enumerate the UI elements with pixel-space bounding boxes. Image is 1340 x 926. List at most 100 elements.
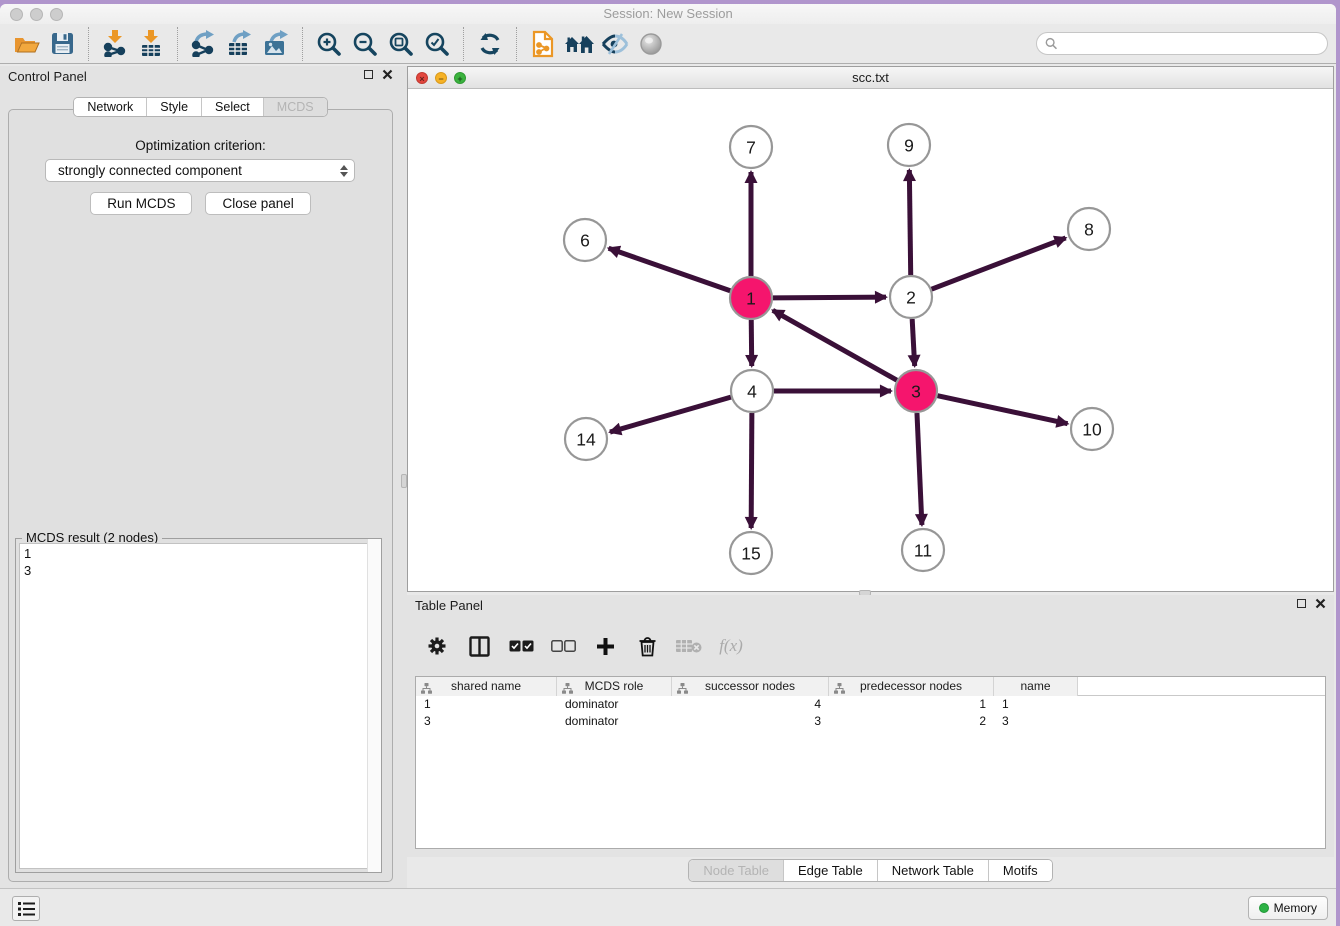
table-cell[interactable]: dominator bbox=[557, 696, 672, 713]
tab-edge-table[interactable]: Edge Table bbox=[783, 860, 877, 881]
table-tabs: Node TableEdge TableNetwork TableMotifs bbox=[688, 859, 1052, 882]
graph-edge-3-10[interactable] bbox=[938, 396, 1068, 424]
delete-table-button[interactable] bbox=[675, 632, 703, 660]
export-network-button[interactable] bbox=[186, 27, 222, 61]
select-all-columns-button[interactable] bbox=[507, 632, 535, 660]
column-header-successor-nodes[interactable]: successor nodes bbox=[672, 677, 829, 696]
column-header-name[interactable]: name bbox=[994, 677, 1078, 696]
toolbar-separator bbox=[463, 27, 464, 61]
export-table-button[interactable] bbox=[222, 27, 258, 61]
graph-node-4[interactable]: 4 bbox=[731, 370, 773, 412]
minimize-window-button[interactable] bbox=[30, 8, 43, 21]
network-window-titlebar[interactable]: × − + scc.txt bbox=[408, 67, 1333, 89]
search-input[interactable] bbox=[1057, 37, 1319, 51]
homes-button[interactable] bbox=[561, 27, 597, 61]
tab-select[interactable]: Select bbox=[201, 98, 263, 116]
tab-node-table[interactable]: Node Table bbox=[689, 860, 783, 881]
import-table-button[interactable] bbox=[133, 27, 169, 61]
run-mcds-button[interactable]: Run MCDS bbox=[90, 192, 192, 215]
tab-mcds[interactable]: MCDS bbox=[263, 98, 327, 116]
graph-node-7[interactable]: 7 bbox=[730, 126, 772, 168]
graph-edge-1-6[interactable] bbox=[609, 248, 731, 290]
delete-row-button[interactable] bbox=[633, 632, 661, 660]
graph-node-9[interactable]: 9 bbox=[888, 124, 930, 166]
table-cell[interactable]: 1 bbox=[829, 696, 994, 713]
graph-node-15[interactable]: 15 bbox=[730, 532, 772, 574]
select-all-icon bbox=[509, 640, 534, 652]
network-canvas[interactable]: 1 2 3 4 6 7 8 9 10 11 14 15 bbox=[408, 89, 1333, 591]
float-table-panel-icon[interactable] bbox=[1297, 599, 1306, 608]
graph-node-6[interactable]: 6 bbox=[564, 219, 606, 261]
task-history-button[interactable] bbox=[12, 896, 40, 921]
mcds-document-button[interactable] bbox=[525, 27, 561, 61]
network-minimize-button[interactable]: − bbox=[435, 72, 447, 84]
table-cell[interactable]: 3 bbox=[994, 713, 1078, 730]
graph-edge-3-11[interactable] bbox=[917, 413, 922, 525]
table-cell[interactable]: 1 bbox=[416, 696, 557, 713]
table-cell[interactable]: 2 bbox=[829, 713, 994, 730]
search-field[interactable] bbox=[1036, 32, 1328, 55]
graph-node-8[interactable]: 8 bbox=[1068, 208, 1110, 250]
zoom-fit-button[interactable] bbox=[383, 27, 419, 61]
refresh-icon bbox=[477, 31, 503, 57]
zoom-out-button[interactable] bbox=[347, 27, 383, 61]
import-network-button[interactable] bbox=[97, 27, 133, 61]
zoom-selected-button[interactable] bbox=[419, 27, 455, 61]
graph-node-1[interactable]: 1 bbox=[730, 277, 772, 319]
refresh-layout-button[interactable] bbox=[472, 27, 508, 61]
result-scrollbar[interactable] bbox=[367, 539, 381, 872]
column-header-predecessor-nodes[interactable]: predecessor nodes bbox=[829, 677, 994, 696]
table-cell[interactable]: 3 bbox=[672, 713, 829, 730]
add-row-button[interactable] bbox=[591, 632, 619, 660]
network-maximize-button[interactable]: + bbox=[454, 72, 466, 84]
memory-button[interactable]: Memory bbox=[1248, 896, 1328, 920]
save-session-button[interactable] bbox=[44, 27, 80, 61]
mcds-result-text[interactable]: 13 bbox=[19, 543, 378, 869]
result-line: 1 bbox=[24, 545, 373, 562]
table-cell[interactable]: 1 bbox=[994, 696, 1078, 713]
graph-edge-4-14[interactable] bbox=[610, 397, 731, 432]
graph-edge-2-9[interactable] bbox=[909, 170, 910, 275]
graph-edge-4-15[interactable] bbox=[751, 413, 752, 528]
export-image-button[interactable] bbox=[258, 27, 294, 61]
table-row[interactable]: 1dominator411 bbox=[416, 696, 1325, 713]
graph-node-11[interactable]: 11 bbox=[902, 529, 944, 571]
network-close-button[interactable]: × bbox=[416, 72, 428, 84]
close-panel-icon[interactable] bbox=[382, 69, 393, 80]
close-table-panel-icon[interactable] bbox=[1315, 598, 1326, 609]
tab-network[interactable]: Network bbox=[74, 98, 146, 116]
sphere-button[interactable] bbox=[633, 27, 669, 61]
table-cell[interactable]: 3 bbox=[416, 713, 557, 730]
graph-node-3[interactable]: 3 bbox=[895, 370, 937, 412]
hide-eye-button[interactable] bbox=[597, 27, 633, 61]
unselect-all-columns-button[interactable] bbox=[549, 632, 577, 660]
close-panel-button[interactable]: Close panel bbox=[205, 192, 310, 215]
zoom-in-button[interactable] bbox=[311, 27, 347, 61]
graph-edge-2-3[interactable] bbox=[912, 319, 915, 366]
open-session-button[interactable] bbox=[8, 27, 44, 61]
table-cell[interactable]: dominator bbox=[557, 713, 672, 730]
graph-node-2[interactable]: 2 bbox=[890, 276, 932, 318]
column-layout-button[interactable] bbox=[465, 632, 493, 660]
graph-node-10[interactable]: 10 bbox=[1071, 408, 1113, 450]
column-label: name bbox=[1020, 679, 1050, 693]
tab-motifs[interactable]: Motifs bbox=[988, 860, 1052, 881]
table-row[interactable]: 3dominator323 bbox=[416, 713, 1325, 730]
criterion-dropdown[interactable]: strongly connected component bbox=[45, 159, 355, 182]
tab-style[interactable]: Style bbox=[146, 98, 201, 116]
zoom-window-button[interactable] bbox=[50, 8, 63, 21]
graph-edge-3-1[interactable] bbox=[773, 310, 897, 380]
close-window-button[interactable] bbox=[10, 8, 23, 21]
function-builder-button[interactable]: f(x) bbox=[717, 632, 745, 660]
graph-node-14[interactable]: 14 bbox=[565, 418, 607, 460]
table-settings-button[interactable] bbox=[423, 632, 451, 660]
column-header-shared-name[interactable]: shared name bbox=[416, 677, 557, 696]
main-toolbar bbox=[0, 24, 1336, 64]
float-panel-icon[interactable] bbox=[364, 70, 373, 79]
graph-edge-2-8[interactable] bbox=[932, 238, 1066, 289]
tab-network-table[interactable]: Network Table bbox=[877, 860, 988, 881]
table-cell[interactable]: 4 bbox=[672, 696, 829, 713]
column-header-mcds-role[interactable]: MCDS role bbox=[557, 677, 672, 696]
graph-edge-1-2[interactable] bbox=[773, 297, 886, 298]
node-label: 8 bbox=[1084, 220, 1094, 240]
